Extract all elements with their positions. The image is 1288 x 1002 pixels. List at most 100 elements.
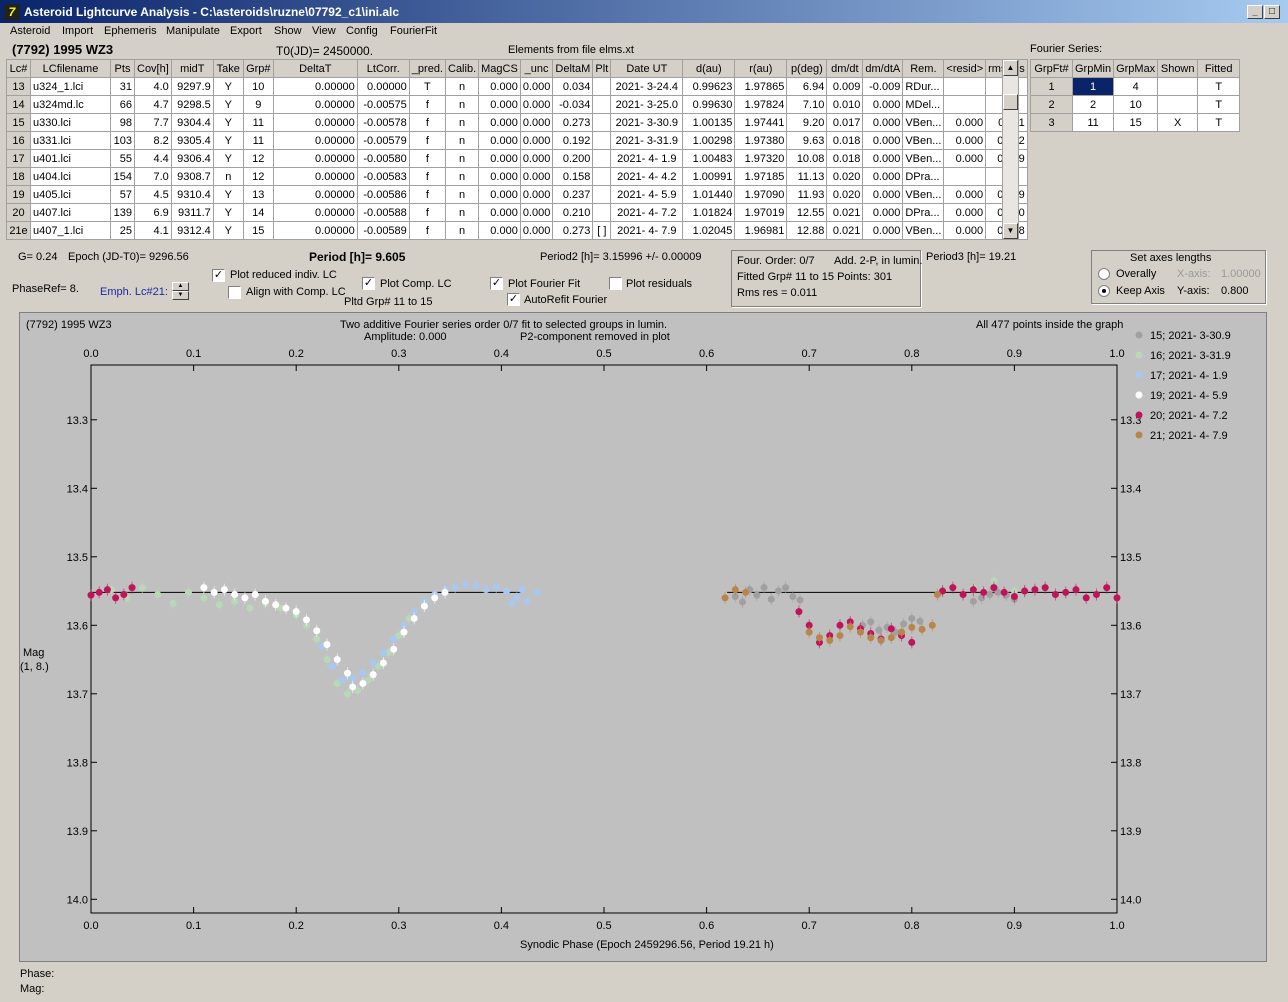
table-cell[interactable]: u331.lci xyxy=(30,131,111,150)
table-cell[interactable]: MDel... xyxy=(902,95,945,114)
keep-axis-radio[interactable] xyxy=(1098,285,1110,297)
table-cell[interactable]: 0.00000 xyxy=(272,185,358,204)
fourier-cell[interactable]: 15 xyxy=(1113,113,1159,132)
table-cell[interactable]: 6.94 xyxy=(786,77,828,96)
table-cell[interactable]: 2021- 4- 7.2 xyxy=(610,203,684,222)
table-cell[interactable]: f xyxy=(408,149,447,168)
fourier-row[interactable]: 2 2 10 T xyxy=(1030,95,1241,114)
table-row[interactable]: 16 u331.lci 103 8.2 9305.4 Y 11 0.00000 -0.00579… xyxy=(6,131,1028,150)
table-cell[interactable]: 0.000 xyxy=(519,95,554,114)
plot-residuals-checkbox[interactable] xyxy=(609,277,622,290)
table-cell[interactable]: 4.5 xyxy=(134,185,172,204)
column-header[interactable]: Take xyxy=(212,59,244,78)
table-cell[interactable]: 0.000 xyxy=(478,203,521,222)
table-row[interactable]: 13 u324_1.lci 31 4.0 9297.9 Y 10 0.00000 0.00000… xyxy=(6,77,1028,96)
menu-asteroid[interactable]: Asteroid xyxy=(10,25,50,37)
table-cell[interactable]: 0.00000 xyxy=(272,113,358,132)
scroll-thumb[interactable] xyxy=(1003,94,1018,110)
table-cell[interactable]: 7.10 xyxy=(786,95,828,114)
table-cell[interactable]: n xyxy=(444,95,480,114)
table-cell[interactable]: 0.000 xyxy=(519,131,554,150)
table-cell[interactable]: f xyxy=(408,167,447,186)
yaxis-value[interactable]: 0.800 xyxy=(1221,285,1249,297)
fourier-series-table[interactable]: GrpFt# GrpMin GrpMax Shown Fitted 1 1 4 T 2 2 10 T 3… xyxy=(1030,59,1241,132)
column-header[interactable]: Calib. xyxy=(444,59,480,78)
table-cell[interactable]: 0.192 xyxy=(552,131,594,150)
table-cell[interactable]: 0.00000 xyxy=(272,167,358,186)
fourier-cell[interactable] xyxy=(1157,77,1199,96)
column-header[interactable]: Rem. xyxy=(902,59,945,78)
table-cell[interactable] xyxy=(592,149,612,168)
table-cell[interactable]: -0.00586 xyxy=(356,185,410,204)
lightcurve-table[interactable]: Lc# LCfilename Pts Cov[h] midT Take Grp# DeltaT… xyxy=(6,59,1028,240)
table-cell[interactable]: 0.000 xyxy=(519,77,554,96)
table-cell[interactable]: VBen... xyxy=(902,113,945,132)
table-cell[interactable]: 7.7 xyxy=(134,113,172,132)
table-cell[interactable]: f xyxy=(408,95,447,114)
table-cell[interactable]: Y xyxy=(212,77,244,96)
table-cell[interactable]: 12 xyxy=(242,149,274,168)
spin-down-icon[interactable]: ▼ xyxy=(172,291,189,300)
table-cell[interactable]: 4.4 xyxy=(134,149,172,168)
table-cell[interactable]: 14 xyxy=(6,95,31,114)
table-cell[interactable]: 0.021 xyxy=(826,203,864,222)
minimize-button[interactable]: _ xyxy=(1247,5,1263,19)
table-cell[interactable]: 4.7 xyxy=(134,95,172,114)
column-header[interactable]: Cov[h] xyxy=(134,59,172,78)
table-cell[interactable]: 16 xyxy=(6,131,31,150)
table-cell[interactable]: n xyxy=(444,203,480,222)
table-cell[interactable]: u324_1.lci xyxy=(30,77,111,96)
table-cell[interactable]: 139 xyxy=(110,203,135,222)
column-header[interactable]: Grp# xyxy=(242,59,274,78)
menu-show[interactable]: Show xyxy=(274,25,302,37)
table-cell[interactable] xyxy=(943,77,987,96)
table-cell[interactable]: f xyxy=(408,203,447,222)
spin-up-icon[interactable]: ▲ xyxy=(172,282,189,291)
table-cell[interactable]: 0.00000 xyxy=(272,95,358,114)
column-header[interactable]: _unc xyxy=(519,59,554,78)
table-cell[interactable]: 1.97185 xyxy=(734,167,788,186)
align-checkbox[interactable] xyxy=(228,286,241,299)
emph-spinner[interactable]: ▲ ▼ xyxy=(172,282,189,300)
table-cell[interactable]: 15 xyxy=(6,113,31,132)
table-cell[interactable]: f xyxy=(408,131,447,150)
table-cell[interactable]: -0.034 xyxy=(552,95,594,114)
column-header[interactable]: <resid> xyxy=(943,59,987,78)
table-cell[interactable]: VBen... xyxy=(902,185,945,204)
table-cell[interactable]: 0.000 xyxy=(943,203,987,222)
fourier-cell[interactable]: 2 xyxy=(1030,95,1073,114)
table-cell[interactable]: u407.lci xyxy=(30,203,111,222)
table-cell[interactable]: 12 xyxy=(242,167,274,186)
scroll-down-icon[interactable]: ▼ xyxy=(1003,223,1018,239)
table-cell[interactable]: 1.97441 xyxy=(734,113,788,132)
menu-view[interactable]: View xyxy=(312,25,336,37)
table-cell[interactable]: 0.000 xyxy=(862,113,904,132)
fourier-cell[interactable] xyxy=(1157,95,1199,114)
table-cell[interactable]: 13 xyxy=(242,185,274,204)
table-cell[interactable]: 0.000 xyxy=(862,167,904,186)
column-header[interactable]: Plt xyxy=(592,59,612,78)
maximize-button[interactable]: □ xyxy=(1264,5,1280,19)
table-cell[interactable]: 0.000 xyxy=(478,149,521,168)
table-cell[interactable]: 2021- 4- 1.9 xyxy=(610,149,684,168)
table-cell[interactable]: 1.97380 xyxy=(734,131,788,150)
table-cell[interactable]: 8.2 xyxy=(134,131,172,150)
table-cell[interactable]: 1.01440 xyxy=(682,185,736,204)
fourier-cell[interactable]: 11 xyxy=(1071,113,1115,132)
table-cell[interactable]: -0.00578 xyxy=(356,113,410,132)
table-cell[interactable]: 10 xyxy=(242,77,274,96)
table-cell[interactable]: 0.237 xyxy=(552,185,594,204)
fourier-cell[interactable]: T xyxy=(1197,113,1241,132)
table-cell[interactable]: 9310.4 xyxy=(170,185,214,204)
table-cell[interactable]: T xyxy=(408,77,447,96)
table-cell[interactable]: DPra... xyxy=(902,203,945,222)
table-cell[interactable]: 20 xyxy=(6,203,31,222)
table-cell[interactable]: Y xyxy=(212,185,244,204)
table-cell[interactable]: 12.55 xyxy=(786,203,828,222)
table-cell[interactable]: 12.88 xyxy=(786,221,828,240)
table-cell[interactable]: 0.000 xyxy=(862,185,904,204)
fourier-cell[interactable]: 3 xyxy=(1030,113,1073,132)
table-cell[interactable]: 0.000 xyxy=(862,203,904,222)
table-cell[interactable]: 103 xyxy=(110,131,135,150)
column-header[interactable]: Date UT xyxy=(610,59,684,78)
